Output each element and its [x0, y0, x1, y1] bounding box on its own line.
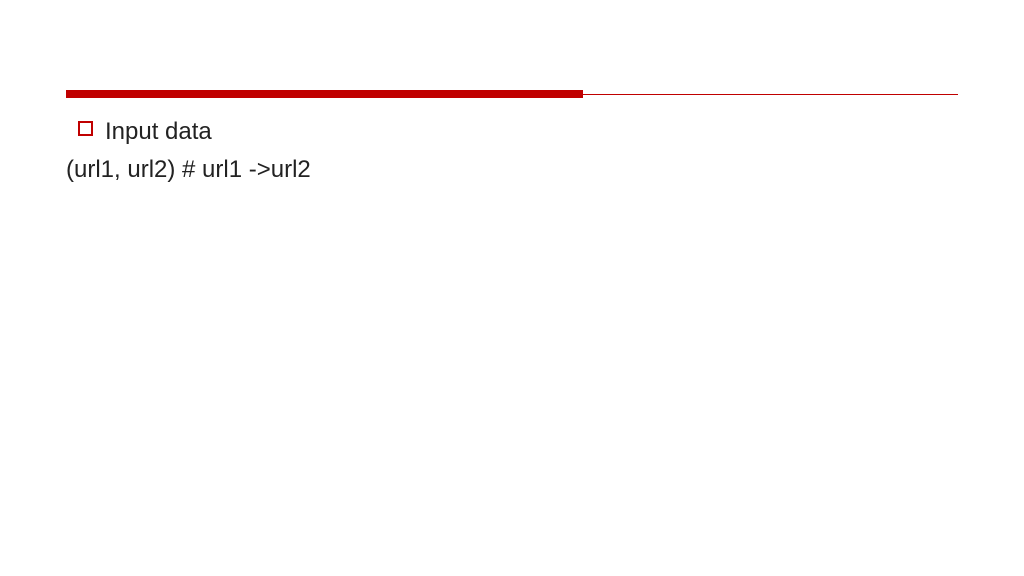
bullet-label: Input data [105, 116, 212, 148]
rule-thick-segment [66, 90, 583, 98]
horizontal-rule [66, 90, 958, 98]
slide-content: Input data (url1, url2) # url1 ->url2 [0, 0, 1024, 187]
body-text: (url1, url2) # url1 ->url2 [66, 154, 958, 186]
bullet-item: Input data [78, 116, 958, 148]
square-bullet-icon [78, 121, 93, 136]
